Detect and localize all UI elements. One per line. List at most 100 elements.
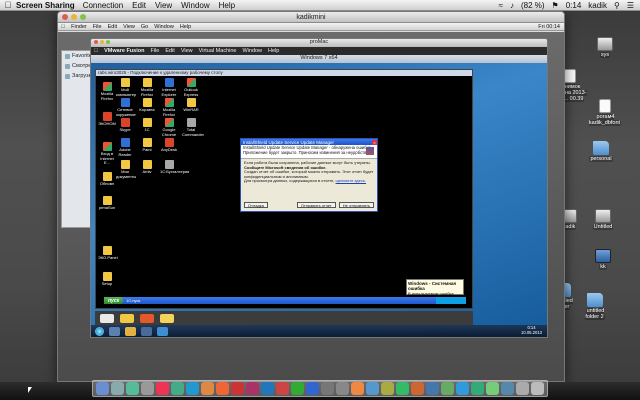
app-icon[interactable]	[156, 382, 169, 395]
xp-icon[interactable]: Internet Explorer	[160, 78, 178, 97]
xp-icon[interactable]: Мой компьютер	[116, 78, 136, 97]
vm-apple-icon[interactable]: 	[94, 48, 98, 54]
app-icon[interactable]	[171, 382, 184, 395]
indesign-icon[interactable]	[246, 382, 259, 395]
media-icon[interactable]	[141, 326, 152, 336]
app-icon[interactable]	[501, 382, 514, 395]
remote-menu-finder[interactable]: Finder	[71, 24, 87, 30]
details-link[interactable]: щелкните здесь.	[336, 178, 367, 184]
vm-menu-app[interactable]: VMware Fusion	[104, 48, 144, 54]
volume-icon[interactable]: ♪	[510, 1, 514, 10]
screen-sharing-titlebar[interactable]: kadikmini	[58, 12, 564, 23]
launchpad-icon[interactable]	[111, 382, 124, 395]
xp-icon[interactable]: AnyDesk	[160, 138, 178, 153]
menu-view[interactable]: View	[155, 1, 172, 10]
remote-menu-go[interactable]: Go	[141, 24, 148, 30]
remote-menu-window[interactable]: Window	[154, 24, 174, 30]
rdp-icon[interactable]	[157, 326, 168, 336]
xp-icon[interactable]: Корзина	[138, 98, 156, 113]
xp-icon[interactable]: Google Chrome	[160, 118, 178, 137]
wifi-icon[interactable]: ≈	[499, 1, 503, 10]
win7-clock[interactable]: 0:14 10.05.2013	[521, 326, 547, 335]
menu-window[interactable]: Window	[181, 1, 209, 10]
xp-icon[interactable]: ЭКО.Panel	[98, 246, 118, 261]
xp-icon[interactable]: WinRAR	[182, 98, 200, 113]
finder-icon[interactable]	[96, 382, 109, 395]
vm-menu-file[interactable]: File	[150, 48, 159, 54]
safari-icon[interactable]	[126, 382, 139, 395]
desktop-icon-program[interactable]: рогам4 kadik_dbfont	[588, 99, 622, 126]
flag-icon[interactable]: ⚑	[552, 1, 559, 10]
vm-menu-virtual-machine[interactable]: Virtual Machine	[199, 48, 237, 54]
app-icon[interactable]	[411, 382, 424, 395]
trash-icon[interactable]	[531, 382, 544, 395]
chrome-icon[interactable]	[216, 382, 229, 395]
menu-app-name[interactable]: Screen Sharing	[16, 1, 75, 10]
app-icon[interactable]	[186, 382, 199, 395]
app-icon[interactable]	[396, 382, 409, 395]
acrobat-icon[interactable]	[231, 382, 244, 395]
mail-icon[interactable]	[141, 382, 154, 395]
apple-icon[interactable]: 	[0, 0, 16, 10]
close-icon[interactable]: ×	[372, 139, 377, 145]
menu-edit[interactable]: Edit	[132, 1, 146, 10]
folder-icon[interactable]	[120, 313, 134, 323]
xp-icon[interactable]: Total Commander	[182, 118, 204, 137]
excel-icon[interactable]	[471, 382, 484, 395]
battery-text[interactable]: (82 %)	[521, 1, 545, 10]
explorer-icon[interactable]	[125, 326, 136, 336]
search-icon[interactable]: ⚲	[614, 1, 620, 10]
zoom-icon[interactable]	[106, 40, 110, 44]
xp-icon[interactable]: Skype	[116, 118, 134, 133]
xp-icon[interactable]: Сетевое окружение	[116, 98, 136, 117]
firefox-icon[interactable]	[201, 382, 214, 395]
xp-icon[interactable]: Setup	[98, 272, 116, 287]
start-orb-icon[interactable]	[95, 326, 104, 336]
ie-icon[interactable]	[109, 326, 120, 336]
remote-menu-help[interactable]: Help	[180, 24, 191, 30]
desktop-icon-untitled[interactable]: Untitled	[586, 209, 620, 230]
send-report-button[interactable]: Отправить отчет	[296, 202, 336, 208]
menu-connection[interactable]: Connection	[83, 1, 123, 10]
xp-icon[interactable]: ЭКОНОМ	[98, 112, 116, 127]
app-icon[interactable]	[321, 382, 334, 395]
downloads-icon[interactable]	[516, 382, 529, 395]
close-icon[interactable]	[62, 14, 68, 20]
desktop-icon-personal[interactable]: personal	[584, 141, 618, 162]
notification-icon[interactable]: ☰	[627, 1, 634, 10]
menubar-user[interactable]: kadik	[588, 1, 607, 10]
xp-icon[interactable]: Mozilla Firefox	[98, 82, 116, 101]
app-icon[interactable]	[441, 382, 454, 395]
xp-icon[interactable]: Обновл	[98, 172, 116, 187]
xp-taskbar-item[interactable]: 1С:пуск	[126, 298, 140, 303]
vm-menu-view[interactable]: View	[181, 48, 193, 54]
close-icon[interactable]	[94, 40, 98, 44]
app-icon[interactable]	[381, 382, 394, 395]
remote-clock[interactable]: Fri 00:14	[538, 24, 564, 30]
app-icon[interactable]	[366, 382, 379, 395]
photoshop-icon[interactable]	[261, 382, 274, 395]
desktop-icon-sys[interactable]: sys	[588, 37, 622, 58]
menubar-clock[interactable]: 0:14	[566, 1, 582, 10]
minimize-icon[interactable]	[71, 14, 77, 20]
vm-menu-window[interactable]: Window	[242, 48, 262, 54]
app-icon[interactable]	[426, 382, 439, 395]
vlc-icon[interactable]	[351, 382, 364, 395]
debug-button[interactable]: Отладка	[244, 202, 268, 208]
xp-icon[interactable]: Outlook Express	[182, 78, 200, 97]
minimize-icon[interactable]	[100, 40, 104, 44]
dont-send-button[interactable]: Не отправлять	[338, 202, 374, 208]
desktop-icon-kk[interactable]: kk	[586, 249, 620, 270]
xp-icon[interactable]: 1C:Бухгалтерия	[160, 160, 189, 175]
xp-start-button[interactable]: пуск	[104, 297, 124, 304]
app-icon[interactable]	[291, 382, 304, 395]
vmware-titlebar[interactable]: proMac	[91, 39, 547, 47]
system-error-balloon[interactable]: Windows - Системная ошибка В используемо…	[406, 279, 464, 296]
vm-menu-help[interactable]: Help	[268, 48, 279, 54]
xp-icon[interactable]: Adobe Reader	[116, 138, 134, 157]
xp-icon[interactable]: prmaSun	[98, 196, 116, 211]
xp-icon[interactable]: Mozilla Firefox	[138, 78, 156, 97]
window-thumb[interactable]	[100, 313, 114, 323]
remote-apple-icon[interactable]: 	[61, 24, 65, 30]
xp-icon[interactable]: Mozilla Firefox	[160, 98, 178, 117]
